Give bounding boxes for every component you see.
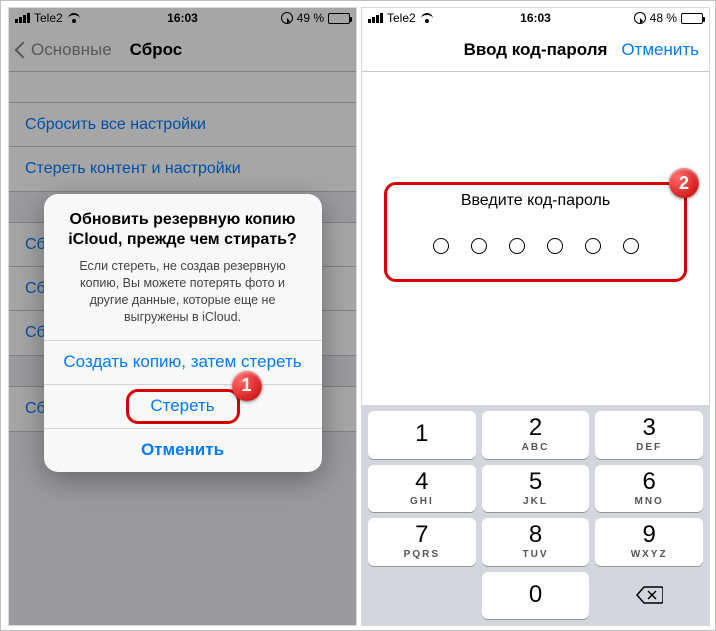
passcode-dot: [433, 238, 449, 254]
backspace-icon: [635, 585, 663, 605]
key-empty: [368, 572, 476, 620]
passcode-dot: [471, 238, 487, 254]
orientation-lock-icon: [634, 12, 646, 24]
key-9[interactable]: 9WXYZ: [595, 518, 703, 566]
passcode-dot: [509, 238, 525, 254]
phone-reset-screen: Tele2 16:03 49 % Основные Сброс Сбросить…: [8, 7, 357, 626]
key-2[interactable]: 2ABC: [482, 411, 590, 459]
key-0[interactable]: 0: [482, 572, 590, 620]
passcode-area: Введите код-пароль: [362, 72, 709, 405]
phone-passcode-screen: Tele2 16:03 48 % Ввод код-пароля Отменит…: [361, 7, 710, 626]
annotation-badge-1: 1: [232, 371, 262, 401]
passcode-dot: [623, 238, 639, 254]
key-8[interactable]: 8TUV: [482, 518, 590, 566]
backup-then-erase-button[interactable]: Создать копию, затем стереть: [44, 340, 322, 384]
sheet-message: Если стереть, не создав резервную копию,…: [62, 258, 304, 326]
passcode-dot: [585, 238, 601, 254]
key-4[interactable]: 4GHI: [368, 465, 476, 513]
numeric-keypad: 1 2ABC 3DEF 4GHI 5JKL 6MNO 7PQRS 8TUV 9W…: [362, 405, 709, 625]
cancel-button[interactable]: Отменить: [44, 428, 322, 472]
status-bar: Tele2 16:03 48 %: [362, 8, 709, 28]
cancel-button[interactable]: Отменить: [621, 40, 699, 60]
action-sheet: Обновить резервную копию iCloud, прежде …: [44, 194, 322, 472]
annotation-badge-2: 2: [669, 168, 699, 198]
erase-button-label: Стереть: [150, 396, 214, 416]
nav-bar: Ввод код-пароля Отменить: [362, 28, 709, 72]
erase-button[interactable]: Стереть 1: [44, 384, 322, 428]
battery-icon: [681, 13, 703, 24]
key-7[interactable]: 7PQRS: [368, 518, 476, 566]
passcode-dot: [547, 238, 563, 254]
key-backspace[interactable]: [595, 572, 703, 620]
key-3[interactable]: 3DEF: [595, 411, 703, 459]
clock: 16:03: [362, 11, 709, 25]
key-5[interactable]: 5JKL: [482, 465, 590, 513]
key-1[interactable]: 1: [368, 411, 476, 459]
key-6[interactable]: 6MNO: [595, 465, 703, 513]
passcode-prompt: Введите код-пароль: [461, 192, 610, 210]
sheet-title: Обновить резервную копию iCloud, прежде …: [62, 210, 304, 250]
passcode-dots: [433, 238, 639, 254]
